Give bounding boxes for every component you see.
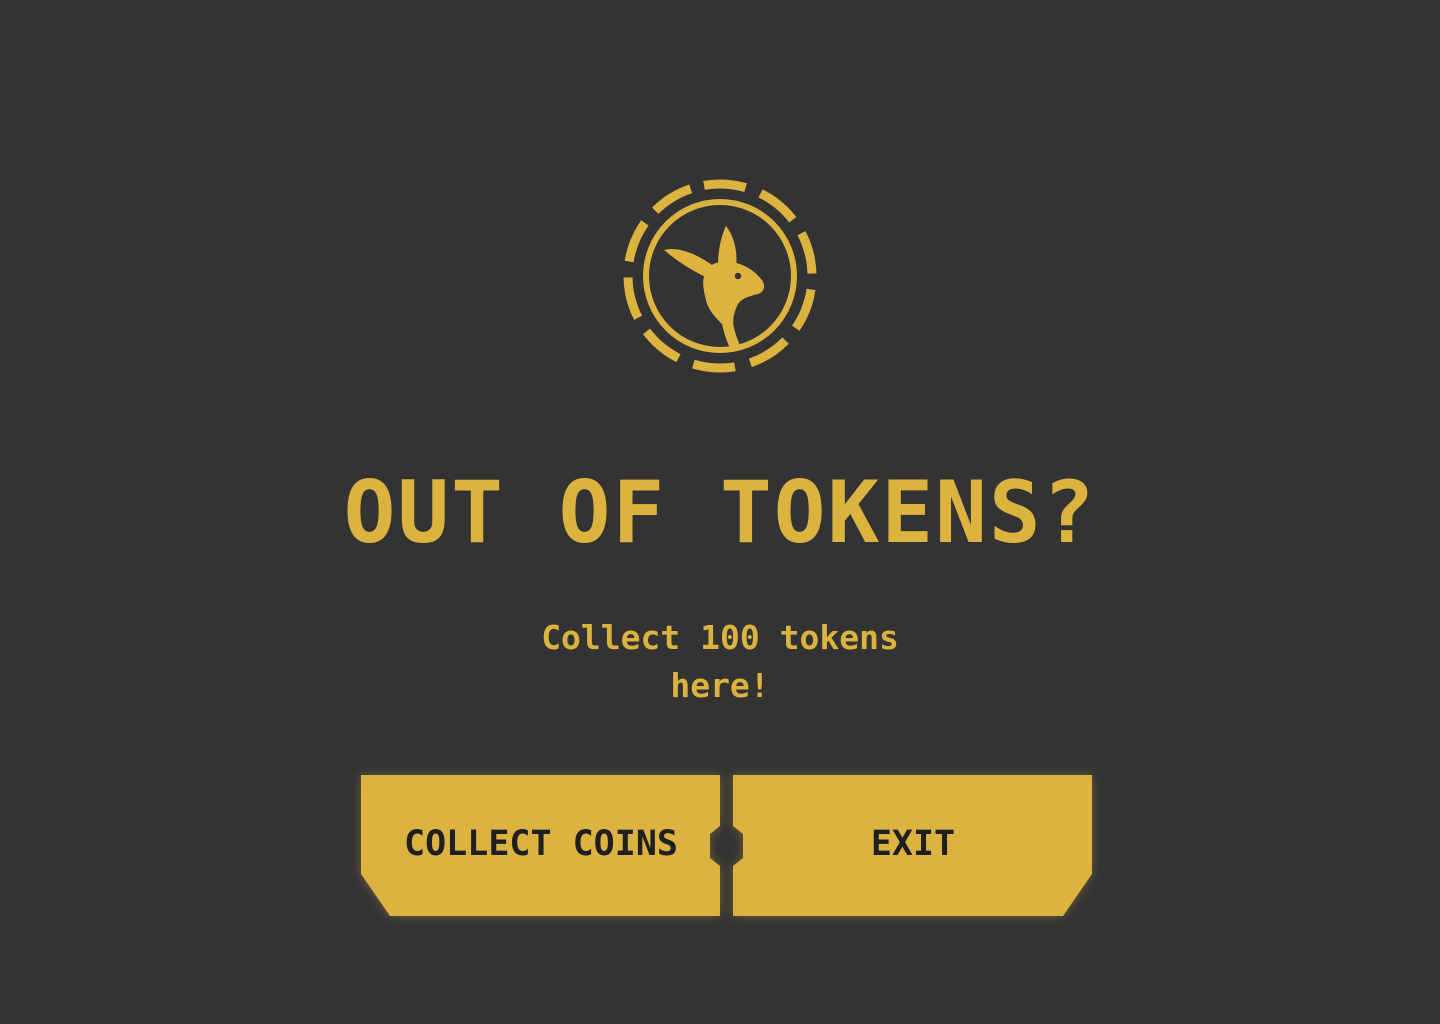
collect-coins-button[interactable] bbox=[361, 775, 720, 916]
button-group: COLLECT COINS EXIT bbox=[352, 766, 1102, 926]
page-title: OUT OF TOKENS? bbox=[343, 463, 1097, 563]
button-shapes bbox=[361, 775, 1092, 916]
subtitle-line-2: here! bbox=[670, 666, 770, 705]
kangaroo-token-icon bbox=[623, 179, 817, 373]
subtitle: Collect 100 tokens here! bbox=[470, 614, 970, 710]
subtitle-line-1: Collect 100 tokens bbox=[541, 618, 899, 657]
exit-button[interactable] bbox=[733, 775, 1092, 916]
